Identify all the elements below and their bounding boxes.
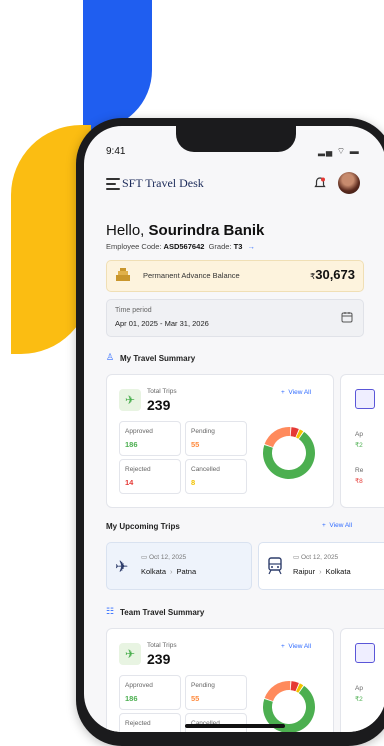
team-travel-summary-card: ✈ Total Trips 239 + View All Approved 186… (106, 628, 334, 732)
menu-icon[interactable] (106, 178, 120, 190)
stat-approved: Approved 186 (119, 675, 181, 710)
next-summary-card-peek[interactable]: Ap ₹2 Re ₹8 (340, 374, 384, 508)
stat-pending: Pending 55 (185, 675, 247, 710)
upcoming-trips-title: My Upcoming Trips (106, 522, 180, 531)
train-icon (267, 557, 283, 580)
flight-icon: ✈ (115, 559, 129, 576)
view-all-link[interactable]: + View All (281, 389, 311, 396)
home-indicator (185, 724, 285, 728)
team-travel-summary-title: Team Travel Summary (120, 608, 205, 617)
money-stack-icon (115, 268, 131, 282)
trip-route: Kolkata › Patna (141, 567, 197, 576)
donut-segment-pending (264, 427, 291, 448)
time-period-value: Apr 01, 2025 - Mar 31, 2026 (115, 319, 209, 328)
total-trips-label: Total Trips (147, 642, 177, 649)
wallet-icon (355, 389, 375, 409)
total-trips-label: Total Trips (147, 388, 177, 395)
team-icon: ☷ (106, 606, 115, 616)
stat-cancelled: Cancelled (185, 713, 247, 732)
notification-bell-icon[interactable] (312, 176, 328, 192)
avatar[interactable] (338, 172, 360, 194)
grade-info-arrow-icon[interactable]: → (247, 242, 255, 251)
flight-icon: ✈ (119, 389, 141, 411)
time-period-label: Time period (115, 307, 152, 314)
person-icon: ♙ (106, 352, 115, 362)
calendar-icon[interactable] (341, 310, 353, 323)
upcoming-trip-card[interactable]: ✈ ▭ Oct 12, 2025 Kolkata › Patna (106, 542, 252, 590)
donut-segment-pending (264, 681, 291, 702)
status-bar-icons: ▂▄ ⌔ ▬ (318, 146, 360, 156)
total-trips-value: 239 (147, 651, 171, 667)
decorative-blue-shape (83, 0, 152, 130)
user-name: Sourindra Banik (148, 222, 265, 239)
trip-status-donut-chart (263, 427, 315, 479)
stat-approved: Approved 186 (119, 421, 181, 456)
advance-balance-amount: ₹30,673 (310, 267, 355, 282)
phone-notch (176, 126, 296, 152)
my-travel-summary-card: ✈ Total Trips 239 + View All Approved 186… (106, 374, 334, 508)
next-team-card-peek[interactable]: Ap ₹2 (340, 628, 384, 732)
stat-rejected: Rejected 14 (119, 459, 181, 494)
advance-balance-card[interactable]: Permanent Advance Balance ₹30,673 (106, 260, 364, 292)
wallet-icon (355, 643, 375, 663)
upcoming-view-all-link[interactable]: + View All (322, 522, 352, 529)
stat-cancelled: Cancelled 8 (185, 459, 247, 494)
phone-screen: 9:41 ▂▄ ⌔ ▬ SFT Travel Desk Hello, Souri… (84, 126, 384, 732)
stat-rejected: Rejected (119, 713, 181, 732)
phone-frame: 9:41 ▂▄ ⌔ ▬ SFT Travel Desk Hello, Souri… (76, 118, 384, 746)
stat-pending: Pending 55 (185, 421, 247, 456)
my-travel-summary-title: My Travel Summary (120, 354, 196, 363)
upcoming-trip-card[interactable]: ▭ Oct 12, 2025 Raipur › Kolkata (258, 542, 384, 590)
greeting: Hello, Sourindra Banik (106, 222, 265, 239)
advance-balance-label: Permanent Advance Balance (143, 271, 240, 280)
time-period-card[interactable]: Time period Apr 01, 2025 - Mar 31, 2026 (106, 299, 364, 337)
view-all-link[interactable]: + View All (281, 643, 311, 650)
trip-route: Raipur › Kolkata (293, 567, 351, 576)
trip-date: ▭ Oct 12, 2025 (293, 554, 339, 561)
trip-date: ▭ Oct 12, 2025 (141, 554, 187, 561)
employee-info: Employee Code: ASD567642 Grade: T3 → (106, 242, 255, 251)
flight-icon: ✈ (119, 643, 141, 665)
app-title: SFT Travel Desk (122, 176, 204, 190)
status-bar-time: 9:41 (106, 146, 126, 157)
total-trips-value: 239 (147, 397, 171, 413)
